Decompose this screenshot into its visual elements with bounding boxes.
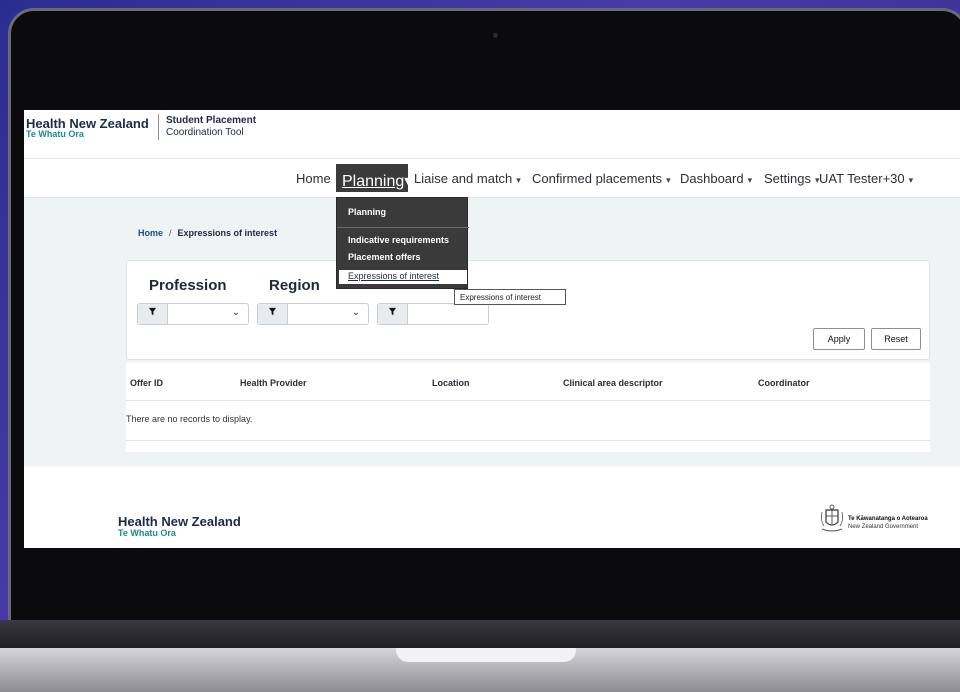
menu-item-placement-offers[interactable]: Placement offers xyxy=(348,252,421,262)
funnel-icon xyxy=(388,307,397,316)
laptop-bezel xyxy=(0,620,960,650)
breadcrumb: Home / Expressions of interest xyxy=(138,228,277,238)
laptop-notch xyxy=(396,648,576,662)
tool-title-line1: Student Placement xyxy=(166,115,257,126)
camera-dot xyxy=(493,33,498,38)
third-filter-input[interactable] xyxy=(377,303,489,325)
funnel-icon xyxy=(148,307,157,316)
chevron-down-icon: ⌄ xyxy=(231,307,240,318)
nav-confirmed-placements[interactable]: Confirmed placements ▾ xyxy=(532,171,671,186)
nav-home[interactable]: Home xyxy=(296,171,331,186)
column-health-provider[interactable]: Health Provider xyxy=(240,378,307,388)
region-select[interactable]: ⌄ xyxy=(257,303,369,325)
brand-divider xyxy=(158,114,159,140)
main-nav: Home Planning▾ Liaise and match ▾ Confirm… xyxy=(24,158,960,198)
column-coordinator[interactable]: Coordinator xyxy=(758,378,810,388)
planning-dropdown-menu: Planning Indicative requirements Placeme… xyxy=(336,197,469,289)
menu-item-planning[interactable]: Planning xyxy=(348,207,386,217)
nav-user-menu[interactable]: UAT Tester+30 ▾ xyxy=(819,171,913,186)
chevron-down-icon: ▾ xyxy=(666,175,671,185)
brand-maori-text: Te Whatu Ora xyxy=(26,129,84,139)
chevron-down-icon: ▾ xyxy=(516,175,521,185)
apply-button[interactable]: Apply xyxy=(813,328,865,350)
nav-dashboard[interactable]: Dashboard ▾ xyxy=(680,171,752,186)
nav-liaise-and-match[interactable]: Liaise and match ▾ xyxy=(414,171,521,186)
page-content: Home / Expressions of interest Profession … xyxy=(24,198,960,466)
table-bottom-divider xyxy=(126,440,930,441)
breadcrumb-separator: / xyxy=(169,228,172,238)
tool-title-line2: Coordination Tool xyxy=(166,127,244,138)
chevron-down-icon: ⌄ xyxy=(351,307,360,318)
chevron-down-icon: ▾ xyxy=(404,173,413,190)
footer-maori-text: Te Whatu Ora xyxy=(118,528,176,538)
hover-tooltip: Expressions of interest xyxy=(454,289,566,305)
filter-icon[interactable] xyxy=(258,304,288,324)
reset-button[interactable]: Reset xyxy=(871,328,921,350)
menu-item-expressions-of-interest[interactable]: Expressions of interest xyxy=(339,270,467,284)
nav-settings[interactable]: Settings ▾ xyxy=(764,171,820,186)
menu-item-indicative-requirements[interactable]: Indicative requirements xyxy=(348,235,449,245)
column-clinical-area[interactable]: Clinical area descriptor xyxy=(563,378,663,388)
footer-logo-text[interactable]: Health New Zealand xyxy=(118,514,241,529)
profession-label: Profession xyxy=(149,277,227,294)
app-screen: Health New Zealand Te Whatu Ora Student … xyxy=(24,110,960,548)
menu-divider xyxy=(337,227,469,228)
breadcrumb-home[interactable]: Home xyxy=(138,228,163,238)
brand-header: Health New Zealand Te Whatu Ora Student … xyxy=(24,110,960,158)
results-table: Offer ID Health Provider Location Clinic… xyxy=(126,362,930,452)
chevron-down-icon: ▾ xyxy=(747,175,753,185)
page-footer: Health New Zealand Te Whatu Ora Te Kāwan… xyxy=(24,466,960,548)
filter-icon[interactable] xyxy=(138,304,168,324)
column-location[interactable]: Location xyxy=(432,378,470,388)
filter-icon[interactable] xyxy=(378,304,408,324)
chevron-down-icon: ▾ xyxy=(908,175,914,185)
gov-name-maori: Te Kāwanatanga o Aotearoa xyxy=(848,516,928,522)
nav-planning[interactable]: Planning▾ xyxy=(336,164,412,192)
profession-select[interactable]: ⌄ xyxy=(137,303,249,325)
empty-state-message: There are no records to display. xyxy=(126,414,253,424)
funnel-icon xyxy=(268,307,277,316)
filter-panel: Profession Region ⌄ ⌄ Apply Reset xyxy=(126,260,930,360)
gov-name-english: New Zealand Government xyxy=(848,524,919,530)
region-label: Region xyxy=(269,277,320,294)
column-offer-id[interactable]: Offer ID xyxy=(130,378,163,388)
table-header-divider xyxy=(126,400,930,401)
nz-government-crest-icon xyxy=(820,504,844,532)
breadcrumb-current: Expressions of interest xyxy=(177,228,278,238)
